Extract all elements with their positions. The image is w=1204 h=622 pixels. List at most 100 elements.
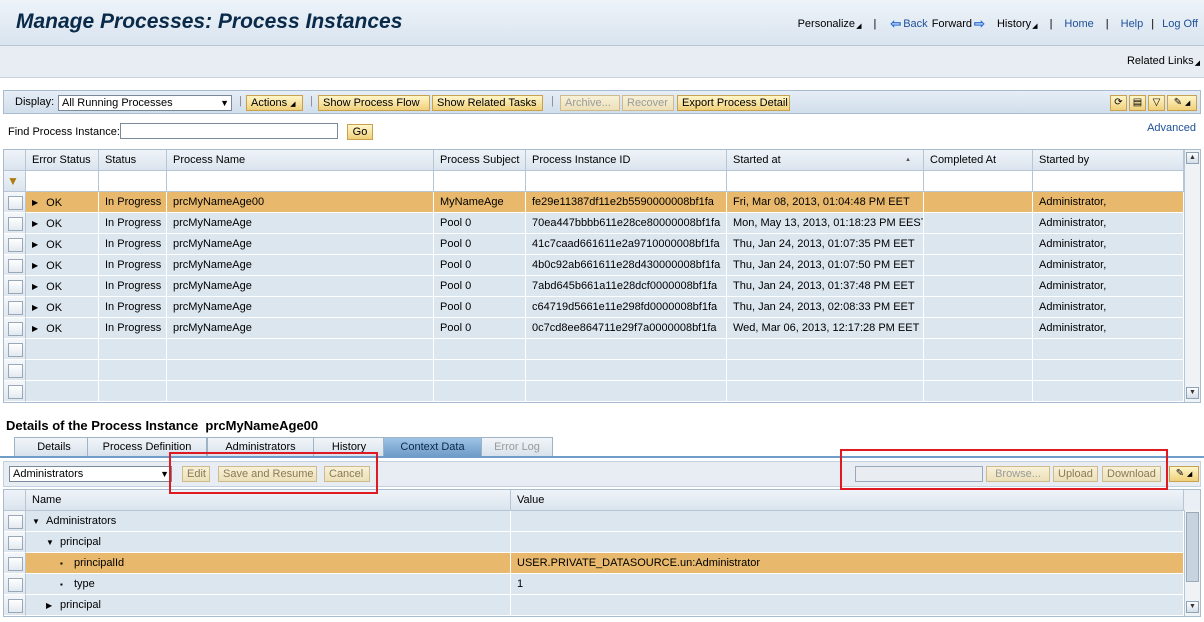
- recover-button[interactable]: Recover: [622, 95, 674, 111]
- row-selector[interactable]: [4, 381, 26, 402]
- row-selector[interactable]: [4, 276, 26, 297]
- row-selector[interactable]: [4, 595, 26, 616]
- filter-input[interactable]: [26, 171, 99, 192]
- actions-button[interactable]: Actions ◢: [246, 95, 303, 111]
- table-cell[interactable]: prcMyNameAge: [167, 213, 434, 234]
- instances-scrollbar[interactable]: ▲ ▼: [1184, 150, 1200, 402]
- column-header[interactable]: Value: [511, 490, 1184, 511]
- context-settings-icon[interactable]: ✎ ◢: [1169, 466, 1199, 482]
- table-cell: In Progress: [99, 318, 167, 339]
- column-header[interactable]: Started by: [1033, 150, 1184, 171]
- row-selector[interactable]: [4, 255, 26, 276]
- table-cell: c64719d5661e11e298fd0000008bf1fa: [526, 297, 727, 318]
- instances-toolbar: Display: All Running Processes ▼ | Action…: [3, 90, 1201, 114]
- expand-row-icon[interactable]: ▶: [32, 213, 38, 233]
- table-cell: Pool 0: [434, 318, 526, 339]
- table-cell: Wed, Mar 06, 2013, 12:17:28 PM EET: [727, 318, 924, 339]
- related-links-menu[interactable]: Related Links◢: [1127, 55, 1200, 67]
- expand-row-icon[interactable]: ▶: [32, 192, 38, 212]
- scroll-up-icon[interactable]: ▲: [1186, 152, 1199, 164]
- row-selector[interactable]: [4, 192, 26, 213]
- scroll-down-icon[interactable]: ▼: [1186, 387, 1199, 399]
- scroll-down-icon[interactable]: ▼: [1186, 601, 1199, 613]
- filter-icon[interactable]: ▼: [4, 171, 26, 192]
- table-cell[interactable]: prcMyNameAge: [167, 255, 434, 276]
- expand-row-icon[interactable]: ▶: [32, 234, 38, 254]
- row-selector[interactable]: [4, 553, 26, 574]
- context-scrollbar[interactable]: ▼: [1184, 510, 1200, 616]
- archive-button[interactable]: Archive...: [560, 95, 620, 111]
- row-selector[interactable]: [4, 318, 26, 339]
- table-cell: In Progress: [99, 234, 167, 255]
- column-header[interactable]: Process Instance ID: [526, 150, 727, 171]
- filter-input[interactable]: [1033, 171, 1184, 192]
- expand-row-icon[interactable]: ▶: [32, 276, 38, 296]
- column-header[interactable]: Error Status: [26, 150, 99, 171]
- table-cell[interactable]: prcMyNameAge00: [167, 192, 434, 213]
- forward-arrow-icon[interactable]: ⇨: [974, 16, 985, 32]
- show-related-tasks-button[interactable]: Show Related Tasks: [432, 95, 543, 111]
- tree-toggle-icon[interactable]: ▶: [46, 595, 60, 615]
- table-row: ▶ OK In Progress prcMyNameAge00 MyNameAge fe2…: [4, 192, 1184, 213]
- row-selector[interactable]: [4, 511, 26, 532]
- filter-icon[interactable]: ▽: [1148, 95, 1165, 111]
- row-selector[interactable]: [4, 234, 26, 255]
- filter-input[interactable]: [434, 171, 526, 192]
- filter-input[interactable]: [167, 171, 434, 192]
- tree-toggle-icon[interactable]: ▼: [32, 511, 46, 531]
- table-cell[interactable]: prcMyNameAge: [167, 276, 434, 297]
- table-cell: Pool 0: [434, 297, 526, 318]
- table-cell[interactable]: [167, 381, 434, 402]
- filter-input[interactable]: [99, 171, 167, 192]
- filter-input[interactable]: [924, 171, 1033, 192]
- row-selector[interactable]: [4, 297, 26, 318]
- show-process-flow-button[interactable]: Show Process Flow: [318, 95, 430, 111]
- home-link[interactable]: Home: [1064, 18, 1093, 30]
- go-button[interactable]: Go: [347, 124, 373, 140]
- advanced-link[interactable]: Advanced: [1147, 122, 1196, 134]
- export-process-detail-button[interactable]: Export Process Detail: [677, 95, 790, 111]
- help-link[interactable]: Help: [1121, 18, 1144, 30]
- table-cell[interactable]: [167, 360, 434, 381]
- row-selector[interactable]: [4, 532, 26, 553]
- table-cell[interactable]: prcMyNameAge: [167, 297, 434, 318]
- refresh-icon[interactable]: ⟳: [1110, 95, 1127, 111]
- expand-row-icon[interactable]: ▶: [32, 297, 38, 317]
- back-link[interactable]: Back: [903, 18, 927, 30]
- filter-input[interactable]: [526, 171, 727, 192]
- tab-context-data[interactable]: Context Data: [383, 437, 482, 456]
- scroll-thumb[interactable]: [1186, 512, 1199, 582]
- column-header[interactable]: Status: [99, 150, 167, 171]
- row-selector[interactable]: [4, 339, 26, 360]
- layout-icon[interactable]: ▤: [1129, 95, 1146, 111]
- settings-wrench-icon[interactable]: ✎ ◢: [1167, 95, 1197, 111]
- column-header[interactable]: Process Name: [167, 150, 434, 171]
- filter-input[interactable]: [727, 171, 924, 192]
- expand-row-icon[interactable]: ▶: [32, 318, 38, 338]
- table-cell[interactable]: [167, 339, 434, 360]
- logoff-link[interactable]: Log Off: [1162, 18, 1198, 30]
- table-cell[interactable]: prcMyNameAge: [167, 234, 434, 255]
- table-row: [4, 381, 1184, 402]
- personalize-menu[interactable]: Personalize◢: [798, 18, 862, 30]
- column-header[interactable]: Process Subject: [434, 150, 526, 171]
- table-cell[interactable]: prcMyNameAge: [167, 318, 434, 339]
- display-select[interactable]: All Running Processes ▼: [58, 95, 232, 111]
- history-menu[interactable]: History◢: [997, 18, 1038, 30]
- row-selector[interactable]: [4, 360, 26, 381]
- sort-ascending-icon[interactable]: ▲: [905, 150, 911, 170]
- context-select[interactable]: Administrators ▼: [9, 466, 172, 482]
- expand-row-icon[interactable]: ▶: [32, 255, 38, 275]
- forward-link[interactable]: Forward: [932, 18, 972, 30]
- column-header[interactable]: Started at ▲: [727, 150, 924, 171]
- row-selector[interactable]: [4, 213, 26, 234]
- row-selector[interactable]: [4, 574, 26, 595]
- tree-toggle-icon[interactable]: ▼: [46, 532, 60, 552]
- find-process-instance-input[interactable]: [120, 123, 338, 139]
- table-cell: In Progress: [99, 213, 167, 234]
- table-cell: [1033, 339, 1184, 360]
- tab-error-log[interactable]: Error Log: [481, 437, 553, 456]
- column-header[interactable]: Completed At: [924, 150, 1033, 171]
- back-arrow-icon[interactable]: ⇦: [890, 16, 901, 32]
- tab-details[interactable]: Details: [14, 437, 94, 456]
